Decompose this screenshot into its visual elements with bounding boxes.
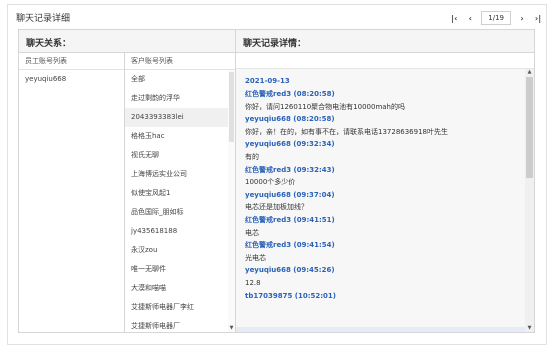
message-sender: yeyuqiu668 (09:45:26) xyxy=(245,266,335,275)
customer-list-item[interactable]: 大漠和喵喵 xyxy=(125,279,235,298)
first-page-button[interactable]: |‹ xyxy=(449,14,459,23)
message-sender: 红色警戒red3 (09:32:43) xyxy=(245,165,335,174)
relation-header: 聊天关系： xyxy=(26,39,72,49)
customer-list-item[interactable]: 2043393383lei xyxy=(125,108,235,127)
scroll-up-arrow-icon[interactable]: ▲ xyxy=(525,69,534,75)
customer-list-item[interactable]: 格格玉hac xyxy=(125,127,235,146)
customer-list-item[interactable]: 似使宝风起1 xyxy=(125,184,235,203)
pager: |‹ ‹ 1/19 › ›| xyxy=(449,11,543,25)
message-sender: 红色警戒red3 (08:20:58) xyxy=(245,90,335,98)
chat-detail-body: 2021-09-13 红色警戒red3 (08:20:58) 你好，请问12601… xyxy=(236,68,534,332)
customer-list-item[interactable]: 品色国际_朋如标 xyxy=(125,203,235,222)
message-text: 10000个多少价 xyxy=(245,178,296,187)
customer-list-item[interactable]: jy435618188 xyxy=(125,222,235,241)
panel-header: 聊天关系： 聊天记录详情： xyxy=(19,30,534,53)
message-sender: tb17039875 (10:52:01) xyxy=(245,291,336,300)
message-text: 12.8 xyxy=(245,278,261,287)
chat-scroll-thumb[interactable] xyxy=(526,77,533,178)
message-text: 光电芯 xyxy=(245,253,266,262)
next-page-button[interactable]: › xyxy=(517,14,527,23)
customer-scroll-thumb[interactable] xyxy=(229,72,234,142)
customer-list-item[interactable]: 走过剩韵的浮华 xyxy=(125,89,235,108)
staff-column: 员工账号列表 yeyuqiu668 xyxy=(19,53,125,332)
customer-list-item[interactable]: 上海博远实业公司 xyxy=(125,165,235,184)
scroll-down-arrow-icon[interactable]: ▼ xyxy=(228,325,235,331)
message-sender: yeyuqiu668 (09:37:04) xyxy=(245,190,335,199)
chat-detail: 2021-09-13 红色警戒red3 (08:20:58) 你好，请问12601… xyxy=(236,53,534,332)
chat-scrollbar[interactable]: ▲ ▼ xyxy=(525,69,534,332)
customer-list: 全部 走过剩韵的浮华 2043393383lei 格格玉hac 视氏无聊 上海博远实业公司… xyxy=(125,70,235,332)
staff-column-label: 员工账号列表 xyxy=(19,53,124,70)
chat-panel: 聊天关系： 聊天记录详情： 员工账号列表 yeyuqiu668 客户账号列表 全… xyxy=(18,29,535,333)
message-sender: yeyuqiu668 (09:32:34) xyxy=(245,140,335,149)
message-text: 你好，请问1260110聚合物电池有10000mah的吗 xyxy=(245,102,405,111)
message-text: 有的 xyxy=(245,152,259,161)
page-indicator[interactable]: 1/19 xyxy=(481,11,511,25)
last-page-button[interactable]: ›| xyxy=(533,14,543,23)
message-text: 电芯还是加板加线？ xyxy=(245,203,308,212)
customer-list-item[interactable]: 唯一无聊件 xyxy=(125,260,235,279)
customer-column: 客户账号列表 全部 走过剩韵的浮华 2043393383lei 格格玉hac 视氏无聊上… xyxy=(125,53,236,332)
message-sender: yeyuqiu668 (08:20:58) xyxy=(245,115,335,124)
prev-page-button[interactable]: ‹ xyxy=(465,14,475,23)
customer-list-item[interactable]: 艾捷斯师电器厂 xyxy=(125,317,235,332)
customer-list-item[interactable]: 全部 xyxy=(125,70,235,89)
header-divider xyxy=(235,30,236,53)
message-list: 2021-09-13 红色警戒red3 (08:20:58) 你好，请问12601… xyxy=(245,75,517,302)
customer-scrollbar[interactable]: ▼ xyxy=(228,70,235,332)
detail-header: 聊天记录详情： xyxy=(243,39,307,49)
scroll-down-arrow-icon[interactable]: ▼ xyxy=(525,325,534,331)
message-text: 电芯 xyxy=(245,228,259,237)
message-sender: 红色警戒red3 (09:41:54) xyxy=(245,241,335,250)
customer-list-item[interactable]: 永汉zou xyxy=(125,241,235,260)
customer-column-label: 客户账号列表 xyxy=(125,53,235,70)
customer-list-item[interactable]: 视氏无聊 xyxy=(125,146,235,165)
page-title: 聊天记录详细 xyxy=(16,14,71,24)
staff-list: yeyuqiu668 xyxy=(19,70,124,89)
message-text: 你好，亲！在的，如有事不在，请联系电话13728636918叶先生 xyxy=(245,127,448,136)
chat-date: 2021-09-13 xyxy=(245,77,290,85)
chat-bottom-bar xyxy=(236,327,525,332)
customer-list-item[interactable]: 艾捷斯师电器厂李红 xyxy=(125,298,235,317)
message-sender: 红色警戒red3 (09:41:51) xyxy=(245,215,335,224)
staff-list-item[interactable]: yeyuqiu668 xyxy=(19,70,124,89)
